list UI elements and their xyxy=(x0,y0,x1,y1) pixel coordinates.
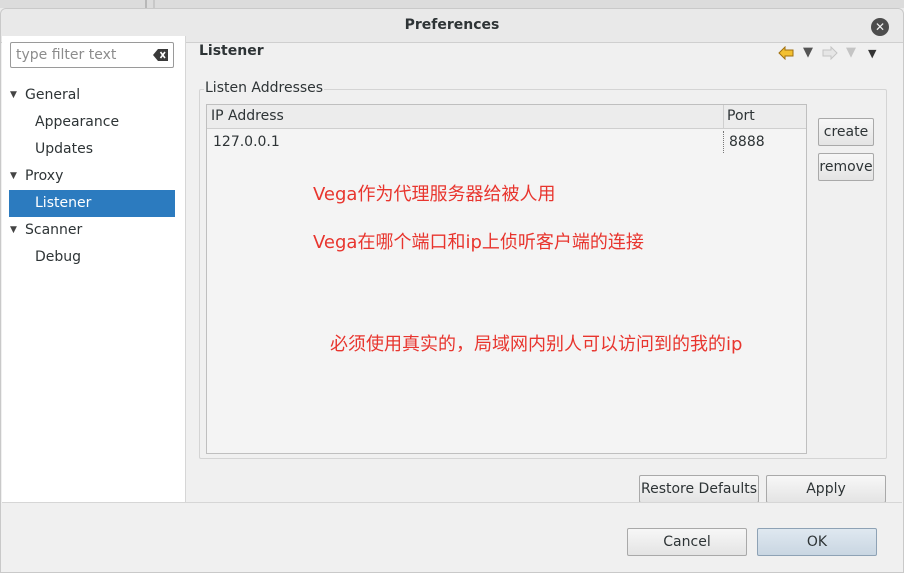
tree-item-scanner[interactable]: ▼ Scanner xyxy=(2,217,186,244)
background-window-strip xyxy=(0,0,904,8)
tree-item-debug[interactable]: Debug xyxy=(2,244,186,271)
tree-item-general[interactable]: ▼ General xyxy=(2,82,186,109)
page-nav-toolbar: ▼ ▼ ▼ xyxy=(776,44,886,64)
tree-item-listener[interactable]: Listener xyxy=(9,190,175,217)
tree-item-label: Proxy xyxy=(25,168,64,184)
expand-arrow-icon[interactable]: ▼ xyxy=(10,217,20,243)
clear-filter-icon[interactable] xyxy=(153,48,169,62)
annotation-text: Vega在哪个端口和ip上侦听客户端的连接 xyxy=(313,232,644,253)
preferences-tree-panel: ▼ General Appearance Updates ▼ Proxy Lis… xyxy=(2,36,186,502)
back-menu-chevron-icon[interactable]: ▼ xyxy=(803,44,813,62)
tree-item-label: General xyxy=(25,87,81,103)
create-button[interactable]: create xyxy=(818,118,874,146)
annotation-text: 必须使用真实的，局域网内别人可以访问到的我的ip xyxy=(330,334,743,355)
filter-field[interactable] xyxy=(10,42,174,68)
column-header-ip[interactable]: IP Address xyxy=(211,105,723,129)
window-title: Preferences xyxy=(404,17,500,33)
tree-item-label: Updates xyxy=(35,141,93,157)
cancel-button[interactable]: Cancel xyxy=(627,528,747,556)
forward-menu-chevron-icon[interactable]: ▼ xyxy=(846,44,856,62)
view-menu-icon[interactable]: ▼ xyxy=(868,45,876,63)
ok-button[interactable]: OK xyxy=(757,528,877,556)
tree-item-label: Listener xyxy=(35,195,92,211)
filter-input[interactable] xyxy=(14,45,148,65)
column-header-port[interactable]: Port xyxy=(723,105,806,129)
annotation-text: Vega作为代理服务器给被人用 xyxy=(313,184,556,205)
tree-item-label: Debug xyxy=(35,249,82,265)
expand-arrow-icon[interactable]: ▼ xyxy=(10,163,20,189)
forward-arrow-icon[interactable] xyxy=(822,46,838,60)
expand-arrow-icon[interactable]: ▼ xyxy=(10,82,20,108)
group-label: Listen Addresses xyxy=(204,80,325,96)
background-divider xyxy=(145,0,147,8)
tree-item-proxy[interactable]: ▼ Proxy xyxy=(2,163,186,190)
tree-item-updates[interactable]: Updates xyxy=(2,136,186,163)
apply-button[interactable]: Apply xyxy=(766,475,886,503)
remove-button[interactable]: remove xyxy=(818,153,874,181)
table-row[interactable]: 127.0.0.1 8888 xyxy=(207,130,806,154)
restore-defaults-button[interactable]: Restore Defaults xyxy=(639,475,759,503)
ip-address-cell: 127.0.0.1 xyxy=(213,134,280,150)
preferences-tree: ▼ General Appearance Updates ▼ Proxy Lis… xyxy=(2,82,186,271)
close-icon[interactable]: ✕ xyxy=(871,18,889,36)
port-cell: 8888 xyxy=(723,131,765,153)
table-header: IP Address Port xyxy=(207,105,806,129)
listen-addresses-table[interactable]: IP Address Port 127.0.0.1 8888 xyxy=(206,104,807,454)
tree-item-label: Appearance xyxy=(35,114,120,130)
page-title: Listener xyxy=(199,43,264,59)
tree-item-label: Scanner xyxy=(25,222,83,238)
background-divider xyxy=(153,0,155,8)
tree-item-appearance[interactable]: Appearance xyxy=(2,109,186,136)
back-arrow-icon[interactable] xyxy=(778,46,794,60)
